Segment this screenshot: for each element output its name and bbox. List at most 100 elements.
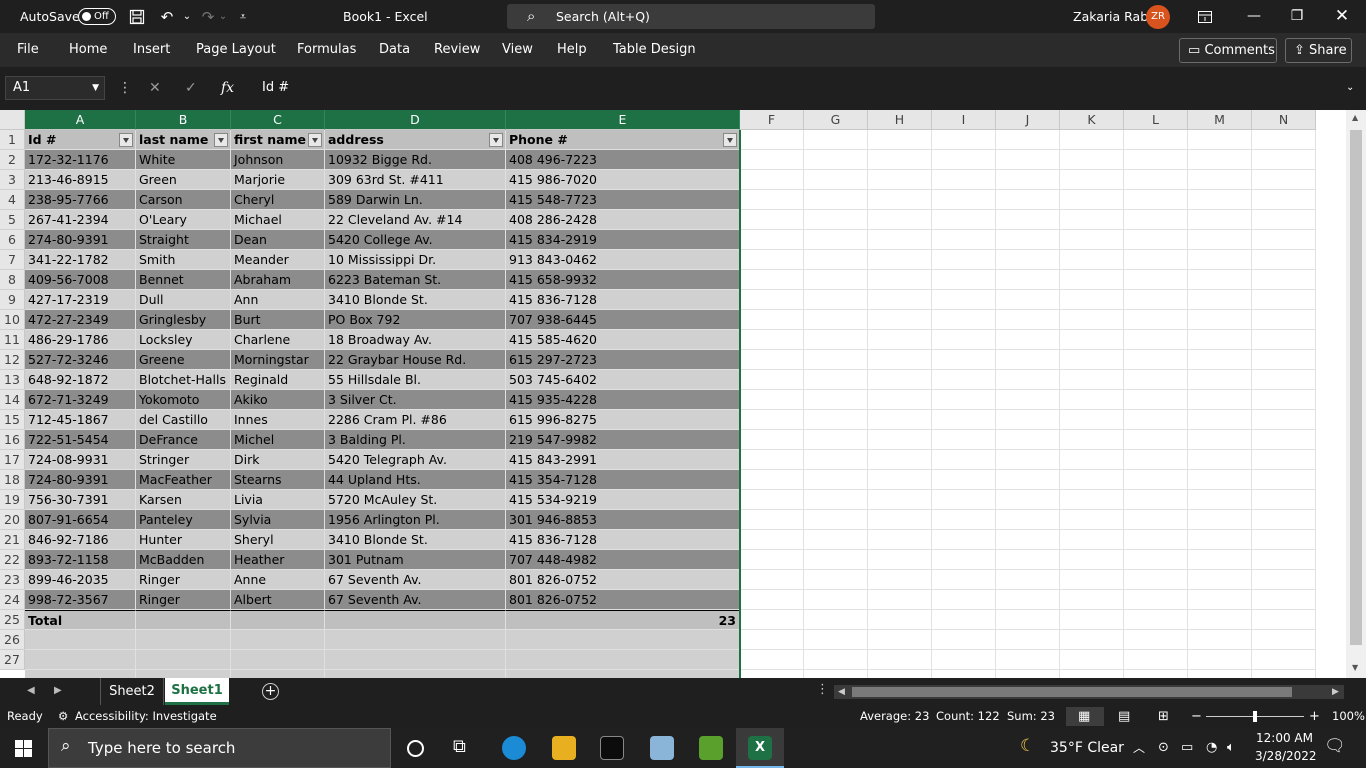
customize-toolbar-icon[interactable]: ⩡ [235,6,251,28]
scroll-left-icon[interactable]: ◀ [838,685,845,699]
empty-cell[interactable] [932,550,996,570]
table-header-cell[interactable]: Phone # [506,130,740,150]
empty-cell[interactable] [1124,510,1188,530]
empty-cell[interactable] [1252,390,1316,410]
empty-cell[interactable] [1060,570,1124,590]
empty-cell[interactable] [1124,190,1188,210]
empty-cell[interactable] [868,210,932,230]
table-cell[interactable]: MacFeather [136,470,231,490]
empty-cell[interactable] [996,170,1060,190]
table-cell[interactable]: 756-30-7391 [25,490,136,510]
row-header[interactable]: 1 [0,130,25,150]
table-cell[interactable]: Morningstar [231,350,325,370]
empty-cell[interactable] [932,290,996,310]
empty-cell[interactable] [1060,650,1124,670]
empty-cell[interactable] [932,130,996,150]
empty-cell[interactable] [1188,130,1252,150]
empty-cell[interactable] [740,350,804,370]
empty-cell[interactable] [740,150,804,170]
table-cell[interactable]: 10 Mississippi Dr. [325,250,506,270]
empty-cell[interactable] [932,470,996,490]
table-cell[interactable] [136,630,231,650]
empty-cell[interactable] [804,130,868,150]
empty-cell[interactable] [868,630,932,650]
add-sheet-icon[interactable]: + [262,683,279,700]
row-header[interactable]: 8 [0,270,25,290]
empty-cell[interactable] [1252,270,1316,290]
tab-insert[interactable]: Insert [133,33,170,67]
row-header[interactable]: 5 [0,210,25,230]
tab-page-layout[interactable]: Page Layout [196,33,276,67]
empty-cell[interactable] [868,270,932,290]
table-cell[interactable]: 415 935-4228 [506,390,740,410]
table-cell[interactable]: 472-27-2349 [25,310,136,330]
row-header[interactable]: 10 [0,310,25,330]
empty-cell[interactable] [1060,630,1124,650]
accessibility-icon[interactable]: ⚙ [58,705,68,728]
close-icon[interactable]: ✕ [1320,0,1364,33]
table-cell[interactable]: O'Leary [136,210,231,230]
empty-cell[interactable] [740,670,804,678]
empty-cell[interactable] [868,410,932,430]
empty-cell[interactable] [1252,570,1316,590]
tab-view[interactable]: View [502,33,533,67]
empty-cell[interactable] [868,330,932,350]
empty-cell[interactable] [1188,410,1252,430]
table-cell[interactable] [136,650,231,670]
task-view-icon[interactable]: ⧉ [453,736,466,757]
empty-cell[interactable] [996,650,1060,670]
vertical-scrollbar[interactable]: ▲ ▼ [1346,110,1366,678]
table-cell[interactable]: 5420 Telegraph Av. [325,450,506,470]
table-cell[interactable]: 415 354-7128 [506,470,740,490]
empty-cell[interactable] [996,130,1060,150]
formula-input[interactable]: Id # [262,77,289,99]
empty-cell[interactable] [996,190,1060,210]
empty-cell[interactable] [804,230,868,250]
table-cell[interactable]: 301 946-8853 [506,510,740,530]
empty-cell[interactable] [804,450,868,470]
row-header[interactable]: 4 [0,190,25,210]
empty-cell[interactable] [1124,430,1188,450]
empty-cell[interactable] [996,390,1060,410]
row-header[interactable]: 18 [0,470,25,490]
empty-cell[interactable] [868,450,932,470]
row-header[interactable]: 6 [0,230,25,250]
table-cell[interactable]: Ringer [136,570,231,590]
table-cell[interactable]: Bennet [136,270,231,290]
cancel-entry-icon[interactable]: ✕ [149,77,161,99]
table-cell[interactable]: 998-72-3567 [25,590,136,610]
table-cell[interactable]: 238-95-7766 [25,190,136,210]
empty-cell[interactable] [1252,310,1316,330]
empty-cell[interactable] [1060,530,1124,550]
empty-cell[interactable] [1188,550,1252,570]
empty-cell[interactable] [868,510,932,530]
table-cell[interactable]: Stearns [231,470,325,490]
empty-cell[interactable] [996,510,1060,530]
empty-cell[interactable] [804,150,868,170]
column-header[interactable]: K [1060,110,1124,130]
empty-cell[interactable] [740,250,804,270]
table-cell[interactable]: 5720 McAuley St. [325,490,506,510]
empty-cell[interactable] [1188,610,1252,630]
table-cell[interactable]: 172-32-1176 [25,150,136,170]
empty-cell[interactable] [804,670,868,678]
empty-cell[interactable] [1252,590,1316,610]
empty-cell[interactable] [932,530,996,550]
empty-cell[interactable] [740,570,804,590]
empty-cell[interactable] [1252,670,1316,678]
table-cell[interactable]: 408 286-2428 [506,210,740,230]
empty-cell[interactable] [932,610,996,630]
empty-cell[interactable] [1252,370,1316,390]
page-layout-view-icon[interactable]: ▤ [1118,705,1130,728]
name-box[interactable]: A1 ▼ [5,76,105,100]
table-cell[interactable]: 5420 College Av. [325,230,506,250]
empty-cell[interactable] [1060,250,1124,270]
row-header[interactable]: 2 [0,150,25,170]
scroll-down-icon[interactable]: ▼ [1352,663,1358,672]
row-header[interactable]: 12 [0,350,25,370]
empty-cell[interactable] [868,670,932,678]
table-cell[interactable]: 615 297-2723 [506,350,740,370]
column-header[interactable]: J [996,110,1060,130]
table-cell[interactable]: Smith [136,250,231,270]
table-cell[interactable]: Hunter [136,530,231,550]
